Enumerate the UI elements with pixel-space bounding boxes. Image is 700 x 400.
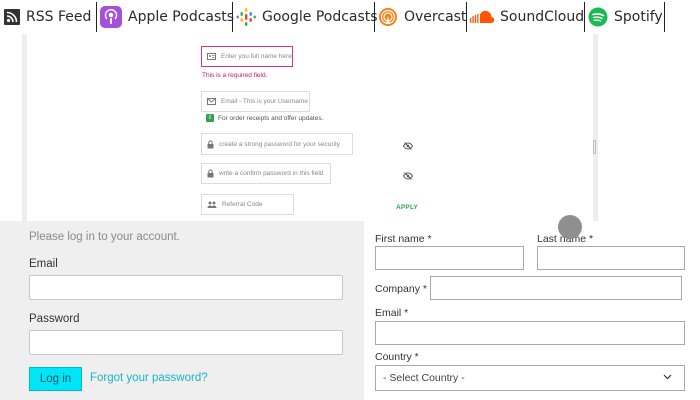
first-name-input[interactable]: [375, 246, 524, 270]
spotify-label: Spotify: [614, 9, 663, 25]
overcast-label: Overcast: [404, 9, 467, 25]
divider: [374, 2, 375, 32]
email-label: Email *: [375, 307, 409, 319]
id-card-icon: [207, 53, 216, 60]
google-podcasts-icon: [236, 7, 256, 27]
email-hint: i For order receipts and offer updates.: [206, 114, 323, 122]
first-name-label: First name *: [375, 233, 432, 245]
registration-panel: [22, 34, 598, 221]
password-placeholder: create a strong password for your securi…: [219, 140, 341, 148]
soundcloud-label: SoundCloud: [500, 9, 585, 25]
users-icon: [207, 201, 217, 208]
divider: [232, 2, 233, 32]
email-input[interactable]: [29, 275, 343, 300]
rss-feed-label: RSS Feed: [26, 9, 92, 25]
rss-feed-link[interactable]: RSS Feed: [4, 3, 91, 31]
divider: [96, 2, 97, 32]
confirm-password-placeholder: write a confirm password in this field: [219, 170, 324, 177]
email-label: Email: [29, 258, 58, 270]
email-username-placeholder: Email - This is your Username: [221, 98, 308, 105]
spotify-link[interactable]: Spotify: [588, 3, 663, 31]
referral-code-field[interactable]: Referral Code: [201, 194, 294, 215]
apple-podcasts-icon: [100, 6, 122, 28]
podcast-links-bar: RSS Feed Apple Podcasts Google Podcasts …: [0, 0, 700, 34]
info-badge-icon: i: [206, 114, 214, 122]
apple-podcasts-label: Apple Podcasts: [128, 9, 235, 25]
company-input[interactable]: [430, 276, 682, 300]
log-in-button[interactable]: Log in: [29, 367, 82, 391]
divider: [584, 2, 585, 32]
envelope-icon: [207, 98, 216, 105]
lock-icon: [207, 169, 214, 178]
email-username-field[interactable]: Email - This is your Username: [201, 91, 310, 112]
last-name-input[interactable]: [537, 246, 685, 270]
overcast-icon: [378, 7, 398, 27]
forgot-password-link[interactable]: Forgot your password?: [90, 372, 208, 384]
apply-button[interactable]: APPLY: [396, 204, 418, 211]
google-podcasts-link[interactable]: Google Podcasts: [236, 3, 378, 31]
email-hint-text: For order receipts and offer updates.: [218, 114, 324, 122]
email-input[interactable]: [375, 321, 685, 345]
login-prompt: Please log in to your account.: [29, 231, 180, 243]
divider: [664, 2, 665, 32]
password-input[interactable]: [29, 330, 343, 355]
divider: [466, 2, 467, 32]
confirm-password-field[interactable]: write a confirm password in this field: [201, 163, 331, 184]
country-label: Country *: [375, 351, 419, 363]
soundcloud-link[interactable]: SoundCloud: [470, 3, 584, 31]
referral-code-placeholder: Referral Code: [222, 201, 263, 208]
country-select[interactable]: - Select Country -: [375, 365, 685, 391]
company-label: Company *: [375, 283, 427, 295]
lock-icon: [207, 139, 214, 148]
floating-action-button[interactable]: [558, 215, 582, 239]
google-podcasts-label: Google Podcasts: [262, 9, 378, 25]
full-name-field[interactable]: Enter you full name here: [201, 46, 293, 67]
soundcloud-icon: [470, 10, 494, 24]
scroll-handle[interactable]: [593, 140, 596, 154]
rss-icon: [4, 9, 20, 25]
apple-podcasts-link[interactable]: Apple Podcasts: [100, 3, 234, 31]
password-label: Password: [29, 313, 80, 325]
eye-slash-icon[interactable]: [403, 172, 413, 180]
full-name-error: This is a required field.: [202, 72, 268, 79]
spotify-icon: [588, 7, 608, 27]
billing-form: First name * Last name * Company * Email…: [364, 221, 700, 400]
chevron-down-icon: [663, 374, 672, 380]
password-field[interactable]: create a strong password for your securi…: [201, 133, 353, 155]
full-name-placeholder: Enter you full name here: [221, 53, 292, 60]
country-selected-value: - Select Country -: [383, 372, 465, 384]
eye-slash-icon[interactable]: [403, 142, 413, 150]
overcast-link[interactable]: Overcast: [378, 3, 466, 31]
login-panel: Please log in to your account. Email Pas…: [0, 221, 364, 400]
